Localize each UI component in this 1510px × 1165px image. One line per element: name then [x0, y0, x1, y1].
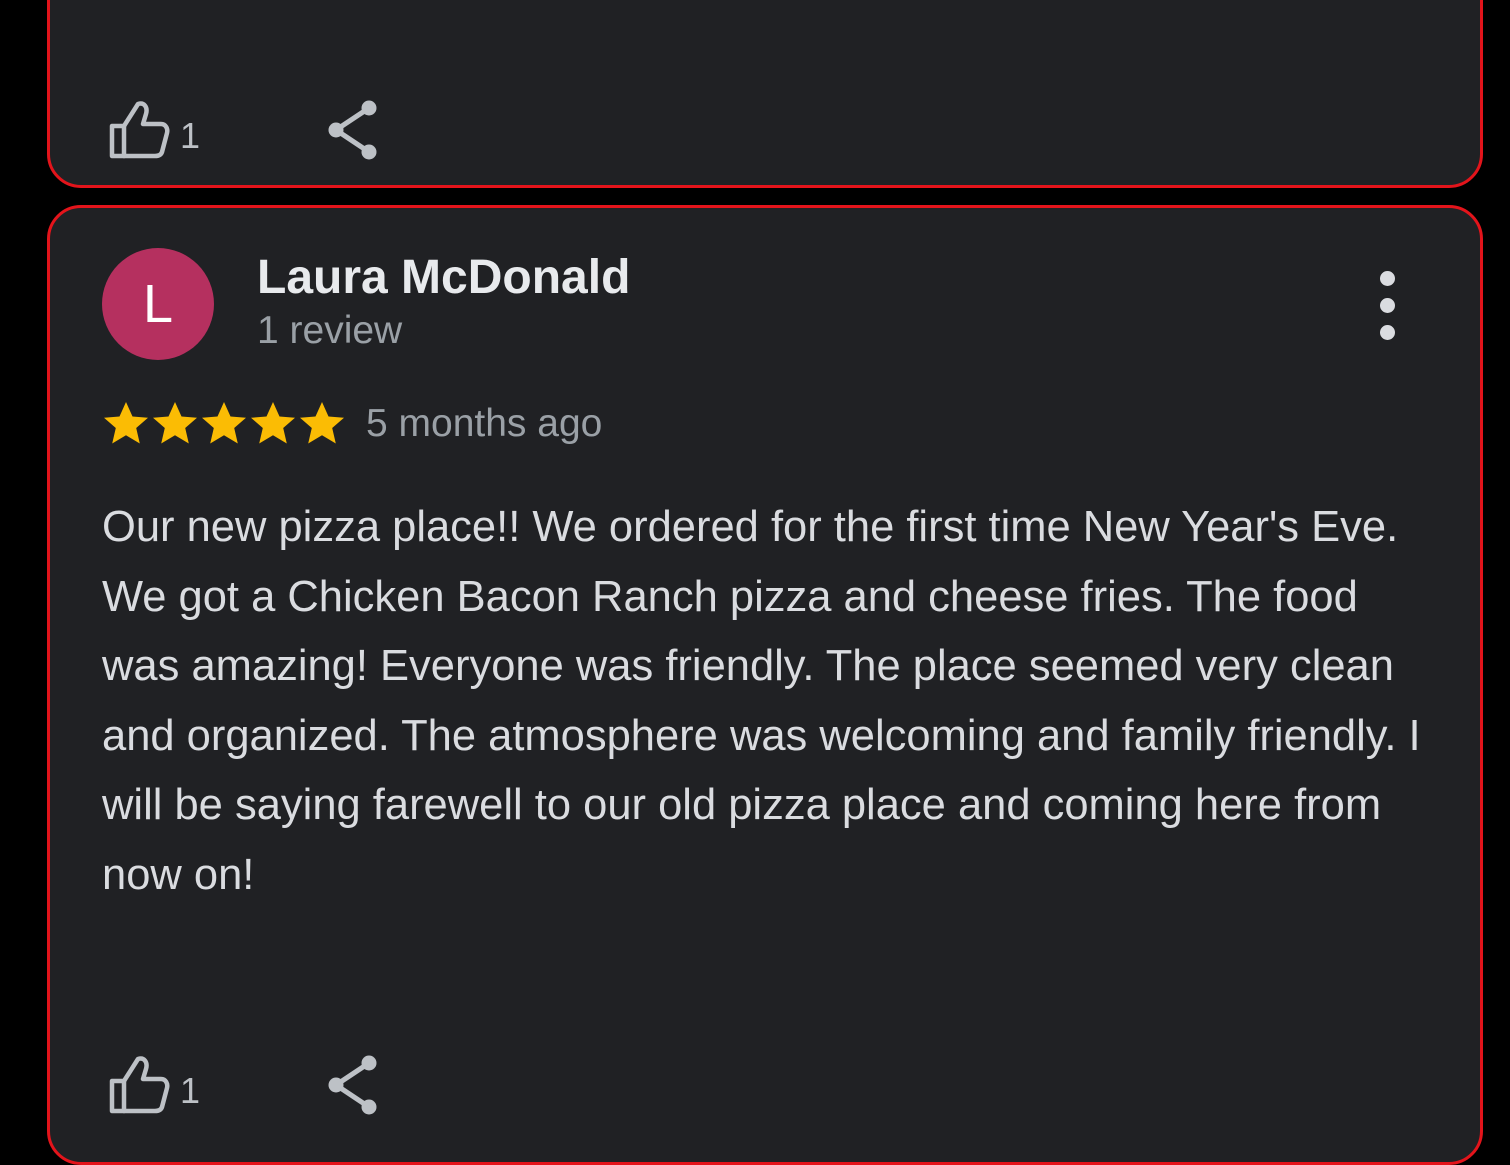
star-icon [298, 400, 346, 448]
star-icon [151, 400, 199, 448]
thumbs-up-icon [106, 1055, 172, 1115]
share-icon [324, 100, 382, 160]
more-vertical-icon-dot [1380, 325, 1395, 340]
review-actions: 1 [106, 1053, 382, 1117]
previous-review-card: 1 [47, 0, 1483, 188]
review-text: Our new pizza place!! We ordered for the… [102, 503, 1421, 899]
more-options-button[interactable] [1368, 271, 1408, 341]
review-actions: 1 [106, 98, 382, 162]
like-count: 1 [180, 115, 201, 156]
share-icon [324, 1055, 382, 1115]
review-date: 5 months ago [366, 402, 603, 445]
more-vertical-icon [1380, 271, 1395, 286]
star-icon [102, 400, 150, 448]
share-button[interactable] [324, 100, 382, 160]
avatar[interactable]: L [102, 248, 214, 360]
star-icon [249, 400, 297, 448]
share-button[interactable] [324, 1055, 382, 1115]
like-button[interactable]: 1 [106, 1055, 200, 1115]
like-button[interactable]: 1 [106, 100, 200, 160]
star-rating [102, 400, 347, 448]
reviewer-review-count[interactable]: 1 review [257, 308, 402, 354]
like-count: 1 [180, 1070, 201, 1111]
review-card: L Laura McDonald 1 review 5 months ago O… [47, 205, 1483, 1165]
thumbs-up-icon [106, 100, 172, 160]
more-vertical-icon-dot [1380, 298, 1395, 313]
reviewer-name[interactable]: Laura McDonald [257, 250, 630, 306]
star-icon [200, 400, 248, 448]
